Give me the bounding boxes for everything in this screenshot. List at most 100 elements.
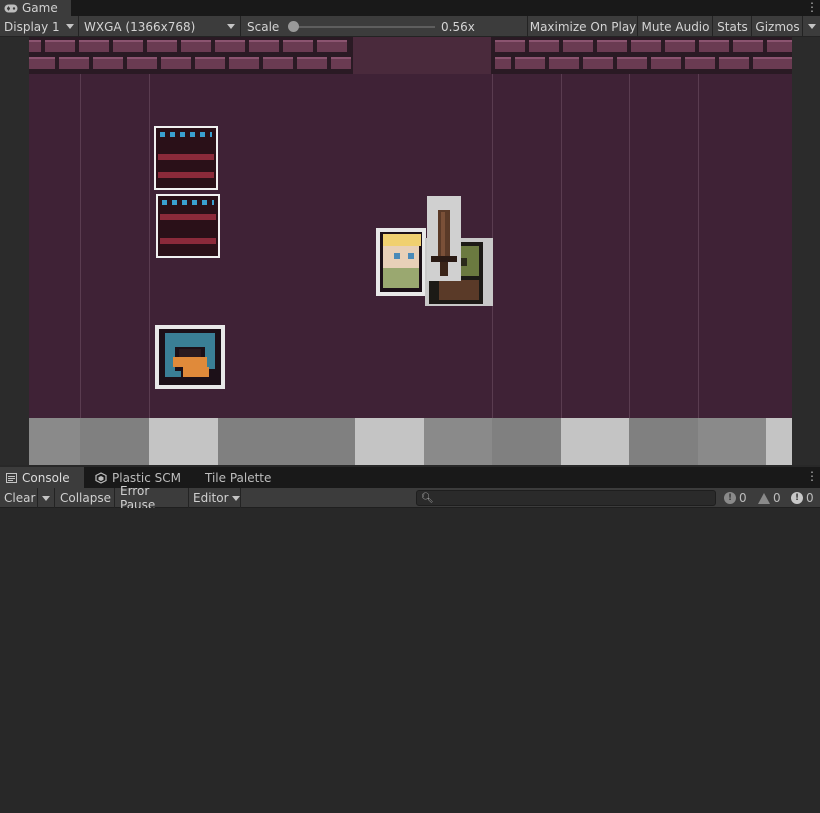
grid-line (149, 74, 150, 465)
scale-label: Scale (247, 19, 280, 34)
wall-brick (631, 40, 661, 52)
wall-brick (249, 40, 279, 52)
wall-brick (297, 57, 327, 69)
error-count-toggle[interactable]: ! 0 (791, 488, 814, 508)
plastic-scm-icon (95, 471, 107, 484)
console-log-area[interactable] (0, 508, 820, 813)
wall-brick (147, 40, 177, 52)
gamepad-icon (4, 4, 18, 12)
wall-brick (29, 40, 41, 52)
chevron-down-icon (42, 495, 50, 501)
game-tab-bar: Game ⋮ (0, 0, 820, 16)
console-toolbar: Clear Collapse Error Pause Editor 🔍︎ ! 0… (0, 484, 820, 512)
floor-tile (492, 418, 561, 465)
console-more-options-icon[interactable]: ⋮ (806, 469, 818, 485)
game-tab-label: Game (22, 1, 58, 15)
floor-tile (218, 418, 355, 465)
tab-game[interactable]: Game (0, 0, 71, 16)
wall-brick (767, 40, 792, 52)
floor-tile (80, 418, 149, 465)
wall-brick (283, 40, 313, 52)
wall-brick (665, 40, 695, 52)
gizmos-label: Gizmos (755, 19, 800, 34)
clear-options-dropdown[interactable] (38, 488, 55, 508)
error-count: 0 (806, 491, 814, 505)
wall-brick (113, 40, 143, 52)
unity-editor: Game ⋮ Display 1 WXGA (1366x768) Scale 0… (0, 0, 820, 813)
error-icon: ! (791, 492, 803, 504)
floor-tile (149, 418, 218, 465)
error-pause-toggle[interactable]: Error Pause (116, 484, 189, 512)
wall-brick (583, 57, 613, 69)
gizmos-toggle[interactable]: Gizmos (753, 16, 803, 37)
wall-brick (529, 40, 559, 52)
grid-line (80, 74, 81, 465)
tab-plastic-scm-label: Plastic SCM (112, 470, 181, 485)
wall-brick (29, 57, 55, 69)
wall-brick (753, 57, 792, 69)
wall-brick (195, 57, 225, 69)
floor-tile (629, 418, 698, 465)
wall-brick (651, 57, 681, 69)
console-icon (6, 472, 17, 483)
log-count: 0 (739, 491, 747, 505)
warning-count: 0 (773, 491, 781, 505)
tab-console[interactable]: Console (0, 467, 84, 488)
chest-band (158, 154, 214, 160)
wall-brick (597, 40, 627, 52)
scale-slider-knob[interactable] (287, 21, 299, 32)
warning-count-toggle[interactable]: 0 (758, 488, 781, 508)
editor-dropdown[interactable]: Editor (189, 488, 241, 508)
floor-tile (766, 418, 792, 465)
grid-line (561, 74, 562, 465)
stats-label: Stats (717, 19, 748, 34)
wall-brick (93, 57, 123, 69)
wall-brick (495, 57, 511, 69)
chevron-down-icon (66, 24, 74, 29)
floor-tile (561, 418, 629, 465)
wall-brick (563, 40, 593, 52)
wall-doorway (353, 37, 491, 74)
gizmos-dropdown[interactable] (804, 16, 820, 37)
tab-tile-palette-label: Tile Palette (205, 470, 272, 485)
wall-brick (45, 40, 75, 52)
log-count-toggle[interactable]: ! 0 (724, 488, 747, 508)
info-icon: ! (724, 492, 736, 504)
tab-tile-palette[interactable]: Tile Palette (199, 467, 277, 488)
clear-button[interactable]: Clear (0, 488, 38, 508)
maximize-on-play-toggle[interactable]: Maximize On Play (529, 16, 638, 37)
grid-line (629, 74, 630, 465)
floor-tile (424, 418, 492, 465)
floor-tile (355, 418, 424, 465)
display-label: Display 1 (4, 19, 60, 34)
game-more-options-icon[interactable]: ⋮ (806, 0, 818, 16)
chevron-down-icon (231, 495, 240, 501)
game-view[interactable] (0, 37, 820, 465)
chest-band (160, 214, 216, 220)
floor-tiles (29, 418, 792, 465)
console-search-input[interactable]: 🔍︎ (416, 490, 716, 506)
collapse-toggle[interactable]: Collapse (56, 488, 115, 508)
chest-band (158, 172, 214, 178)
stats-toggle[interactable]: Stats (714, 16, 752, 37)
wall-brick (59, 57, 89, 69)
wall-brick (515, 57, 545, 69)
scale-control: Scale 0.56x (242, 16, 528, 37)
game-scene (29, 37, 792, 465)
wall-brick (549, 57, 579, 69)
wall-brick (215, 40, 245, 52)
display-dropdown[interactable]: Display 1 (0, 16, 79, 37)
mute-audio-toggle[interactable]: Mute Audio (639, 16, 713, 37)
resolution-label: WXGA (1366x768) (84, 19, 196, 34)
wall-brick (699, 40, 729, 52)
wall-brick (127, 57, 157, 69)
scale-slider-track[interactable] (289, 26, 435, 28)
resolution-dropdown[interactable]: WXGA (1366x768) (80, 16, 241, 37)
chest-band (160, 238, 216, 244)
collapse-label: Collapse (60, 491, 111, 505)
wall-brick (161, 57, 191, 69)
wall-brick (617, 57, 647, 69)
wall-brick (331, 57, 351, 69)
clear-label: Clear (4, 491, 36, 505)
warning-icon (758, 492, 770, 504)
